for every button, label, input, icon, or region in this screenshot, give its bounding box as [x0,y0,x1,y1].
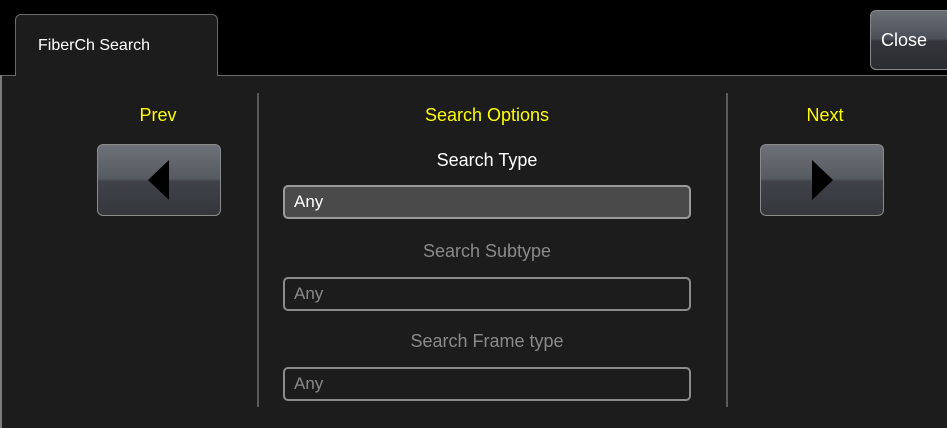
search-type-value: Any [294,192,324,211]
close-button-label: Close [881,29,928,50]
triangle-left-icon [148,160,169,200]
tab-join [16,72,217,78]
divider-right [726,93,728,407]
divider-left [257,93,259,407]
search-subtype-label: Search Subtype [422,241,552,261]
prev-label: Prev [139,105,177,125]
search-subtype-field[interactable]: Any [283,277,691,311]
search-type-label: Search Type [436,150,538,170]
tab-label: FiberCh Search [38,36,151,54]
close-button[interactable]: Close [870,10,947,70]
panel-left-border [0,75,2,428]
search-frame-type-value: Any [294,374,324,393]
next-button[interactable] [760,144,884,216]
next-label: Next [806,105,844,125]
search-frame-type-label: Search Frame type [410,331,564,351]
search-options-heading: Search Options [424,105,550,125]
triangle-right-icon [812,160,833,200]
search-type-field[interactable]: Any [283,185,691,219]
prev-button[interactable] [97,144,221,216]
tab-fiberch-search[interactable]: FiberCh Search [15,14,218,76]
search-frame-type-field[interactable]: Any [283,367,691,401]
search-subtype-value: Any [294,284,324,303]
